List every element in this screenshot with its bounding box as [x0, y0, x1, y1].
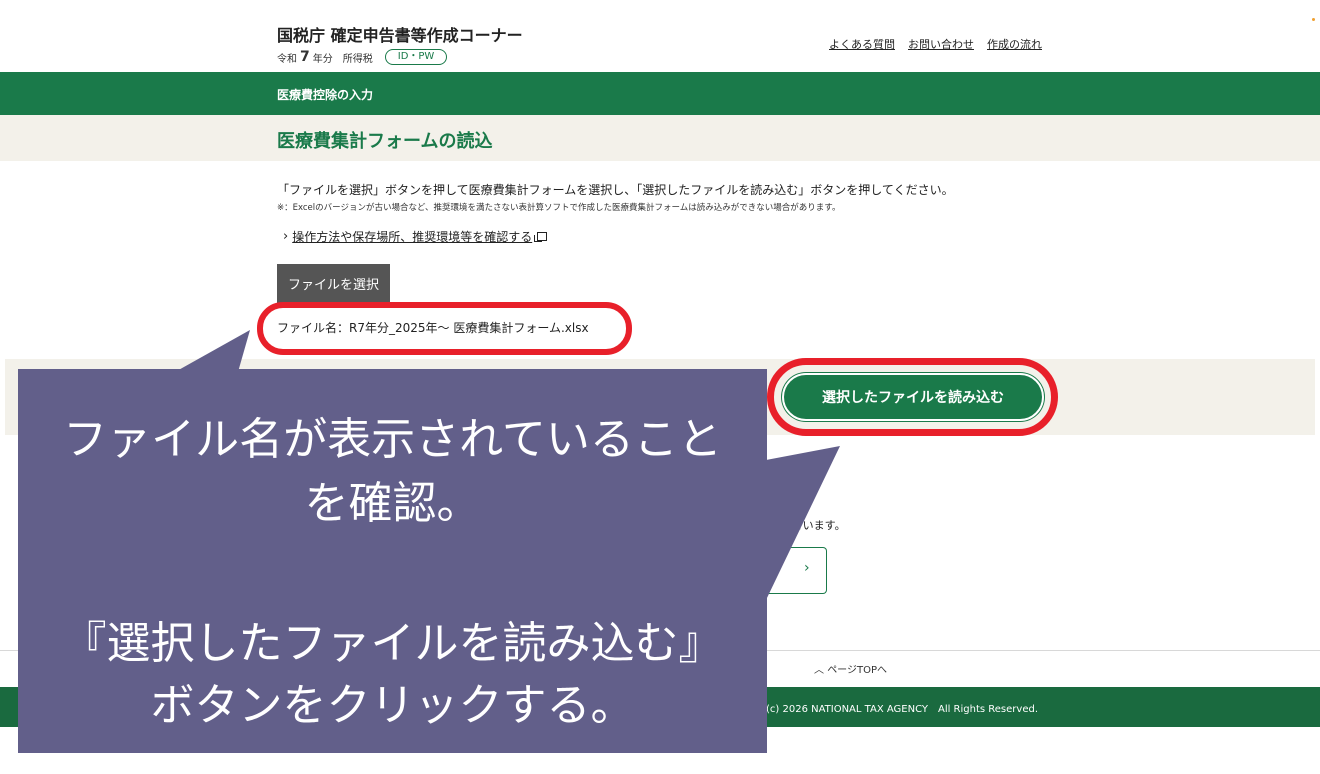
chevron-right-icon: ›: [804, 560, 810, 576]
page-top-link[interactable]: ︿ ページTOPへ: [814, 661, 887, 676]
tax-year: 7: [300, 49, 310, 65]
selected-file-name: ファイル名：R7年分_2025年〜 医療費集計フォーム.xlsx: [277, 321, 589, 335]
page-title: 医療費集計フォームの読込: [277, 131, 493, 152]
status-dot: [1312, 18, 1315, 21]
next-link-card[interactable]: ›: [766, 547, 827, 594]
instruction-callout: ファイル名が表示されていること を確認。 『選択したファイルを読み込む』 ボタン…: [18, 369, 767, 753]
callout-line-1: ファイル名が表示されていること: [63, 414, 722, 465]
year-suffix: 年分: [312, 53, 333, 65]
tax-year-line: 令和 7 年分 所得税 ID・PW: [277, 49, 448, 65]
page-top-label: ページTOPへ: [827, 665, 887, 676]
era-label: 令和: [277, 53, 297, 65]
callout-line-3: 『選択したファイルを読み込む』: [62, 618, 723, 669]
compatibility-note: ※：Excelのバージョンが古い場合など、推奨環境を満たさない表計算ソフトで作成…: [277, 203, 841, 213]
faq-link[interactable]: よくある質問: [829, 36, 895, 52]
load-file-button[interactable]: 選択したファイルを読み込む: [782, 373, 1044, 421]
workflow-link[interactable]: 作成の流れ: [987, 36, 1042, 52]
copyright-text: (c) 2026 NATIONAL TAX AGENCY All Rights …: [766, 704, 1039, 715]
callout-line-2: を確認。: [304, 478, 481, 529]
external-window-icon: [534, 232, 548, 242]
tax-type: 所得税: [342, 53, 373, 65]
info-text: 載しています。: [770, 519, 846, 532]
page-title-band: 医療費集計フォームの読込: [0, 115, 1320, 161]
app-title: 国税庁 確定申告書等作成コーナー: [277, 26, 523, 45]
file-select-button[interactable]: ファイルを選択: [277, 264, 390, 303]
chevron-right-icon: ›: [283, 229, 289, 244]
callout-line-4: ボタンをクリックする。: [150, 680, 635, 731]
contact-link[interactable]: お問い合わせ: [908, 36, 974, 52]
help-link[interactable]: › 操作方法や保存場所、推奨環境等を確認する: [283, 228, 548, 245]
help-link-label: 操作方法や保存場所、推奨環境等を確認する: [292, 230, 533, 244]
section-nav-bar: 医療費控除の入力: [0, 72, 1320, 115]
instruction-text: 「ファイルを選択」ボタンを押して医療費集計フォームを選択し、「選択したファイルを…: [277, 183, 954, 197]
section-label: 医療費控除の入力: [277, 88, 374, 102]
auth-method-badge: ID・PW: [384, 49, 448, 65]
chevron-up-icon: ︿: [814, 665, 824, 676]
header-links: よくある質問 お問い合わせ 作成の流れ: [829, 36, 1042, 52]
